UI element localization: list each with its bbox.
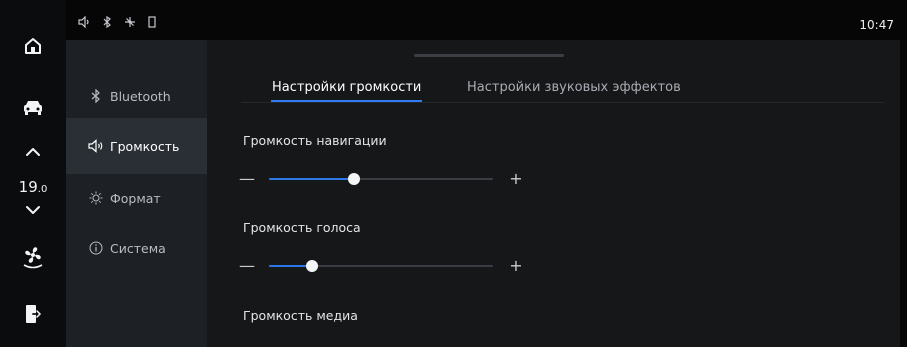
tab-sound-effects[interactable]: Настройки звуковых эффектов — [467, 80, 681, 95]
tab-bar: Настройки громкости Настройки звуковых э… — [241, 80, 884, 103]
bluetooth-icon — [88, 88, 104, 104]
temp-up-icon[interactable] — [0, 142, 66, 162]
voice-volume-increase-button[interactable]: + — [509, 256, 523, 276]
settings-side-menu: Bluetooth Громкость Формат Система — [66, 40, 207, 347]
sun-icon — [88, 190, 104, 206]
sound-icon — [78, 15, 92, 31]
voice-volume-slider[interactable]: — + — [239, 256, 529, 276]
voice-volume-decrease-button[interactable]: — — [239, 256, 255, 276]
menu-item-label: Громкость — [110, 138, 180, 154]
info-icon — [88, 240, 104, 256]
slider-track[interactable] — [269, 260, 493, 272]
home-icon[interactable] — [0, 34, 66, 58]
slider-fill — [269, 178, 355, 180]
temperature-integer: 19 — [18, 178, 38, 196]
menu-item-bluetooth[interactable]: Bluetooth — [66, 68, 207, 124]
menu-item-label: Формат — [110, 190, 161, 206]
slider-thumb[interactable] — [305, 260, 318, 272]
bluetooth-icon — [102, 15, 112, 31]
menu-item-system[interactable]: Система — [66, 220, 207, 276]
navigation-volume-decrease-button[interactable]: — — [239, 169, 255, 189]
car-icon[interactable] — [0, 94, 66, 120]
menu-item-volume[interactable]: Громкость — [66, 118, 207, 174]
menu-item-label: Bluetooth — [110, 88, 171, 104]
navigation-volume-slider[interactable]: — + — [239, 169, 529, 189]
exit-icon[interactable] — [0, 302, 66, 326]
tab-volume-settings[interactable]: Настройки громкости — [272, 80, 421, 95]
temp-down-icon[interactable] — [0, 200, 66, 220]
status-bar: 10:47 — [66, 12, 900, 40]
volume-settings-panel: Настройки громкости Настройки звуковых э… — [207, 40, 900, 347]
slider-track[interactable] — [269, 173, 493, 185]
slider-thumb[interactable] — [348, 173, 361, 185]
menu-item-format[interactable]: Формат — [66, 170, 207, 226]
fan-status-icon — [124, 16, 136, 31]
navigation-volume-label: Громкость навигации — [243, 133, 387, 148]
left-rail: 19.0 — [0, 0, 66, 347]
voice-volume-label: Громкость голоса — [243, 220, 361, 235]
clock: 10:47 — [859, 18, 894, 32]
drag-handle[interactable] — [414, 54, 564, 57]
navigation-volume-increase-button[interactable]: + — [509, 169, 523, 189]
media-volume-label: Громкость медиа — [243, 308, 358, 323]
screen: 19.0 10:47 Bluetooth Громкость Формат Си… — [0, 0, 907, 347]
temperature-decimal: .0 — [37, 184, 48, 195]
menu-item-label: Система — [110, 240, 166, 256]
fan-icon[interactable] — [0, 242, 66, 272]
volume-icon — [88, 138, 104, 154]
battery-icon — [148, 16, 156, 31]
temperature-readout: 19.0 — [0, 178, 66, 196]
tab-active-indicator — [271, 100, 422, 102]
